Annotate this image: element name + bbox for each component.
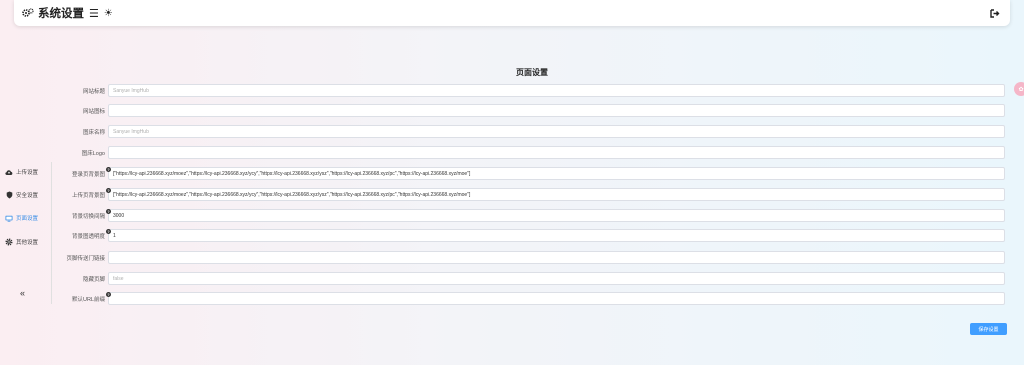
field-label-text: 上传页背景图 (71, 192, 105, 199)
form-row: 登录页背景图? (52, 166, 1005, 180)
form-row: 网站标题 (52, 84, 1005, 97)
site-title-input[interactable] (108, 84, 1005, 97)
sidebar (0, 162, 52, 304)
login-bg-input[interactable] (108, 167, 1005, 180)
form-row: 图床Logo (52, 146, 1005, 159)
help-icon[interactable]: ? (106, 291, 111, 297)
sidebar-item-label: 上传设置 (16, 170, 39, 176)
sun-icon[interactable]: ☀ (104, 8, 113, 19)
sidebar-item-label: 页面设置 (16, 216, 39, 222)
field-label-text: 背景图透明度 (71, 233, 105, 240)
cloud-upload-icon (5, 168, 13, 176)
upload-bg-input[interactable] (108, 188, 1005, 201)
hamburger-icon[interactable]: ☰ (89, 7, 99, 20)
field-label: 页脚传送门链接 (66, 255, 105, 262)
form-row: 页脚传送门链接 (52, 251, 1005, 264)
help-icon[interactable]: ? (106, 187, 111, 193)
form-row: 网站图标 (52, 104, 1005, 117)
field-label: 图床名称 (82, 129, 105, 136)
field-label-text: 登录页背景图 (71, 171, 105, 178)
form-row: 背景图透明度? (52, 228, 1005, 242)
gears-icon (22, 8, 36, 18)
sidebar-item-other[interactable]: 其他设置 (5, 237, 38, 247)
imghub-name-input[interactable] (108, 125, 1005, 138)
site-icon-input[interactable] (108, 104, 1005, 117)
sidebar-item-page[interactable]: 页面设置 (5, 213, 38, 223)
field-label: 背景切换间隔? (52, 208, 111, 220)
form-row: 上传页背景图? (52, 187, 1005, 201)
form-row: 默认URL前缀? (52, 291, 1005, 305)
help-icon[interactable]: ? (106, 228, 111, 234)
gear-icon (5, 238, 13, 246)
sidebar-item-label: 其他设置 (16, 240, 39, 246)
field-label: 上传页背景图? (52, 187, 111, 199)
save-settings-button[interactable]: 保存设置 (970, 323, 1007, 335)
field-label: 图床Logo (81, 150, 105, 157)
field-label: 默认URL前缀? (52, 291, 111, 303)
bg-opacity-input[interactable] (108, 229, 1005, 242)
sidebar-item-label: 安全设置 (16, 193, 39, 199)
form-row: 背景切换间隔? (52, 208, 1005, 222)
help-icon[interactable]: ? (106, 208, 111, 214)
logout-icon[interactable] (988, 6, 1002, 20)
sidebar-item-upload[interactable]: 上传设置 (5, 167, 38, 177)
bg-interval-input[interactable] (108, 209, 1005, 222)
field-label-text: 背景切换间隔 (71, 213, 105, 220)
section-title: 页面设置 (516, 68, 548, 77)
sidebar-item-security[interactable]: 安全设置 (5, 190, 38, 200)
form-row: 隐藏页脚 (52, 272, 1005, 285)
monitor-icon (5, 214, 13, 222)
field-label: 登录页背景图? (52, 166, 111, 178)
field-label: 背景图透明度? (52, 228, 111, 240)
page-title: 系统设置 (38, 8, 84, 20)
floating-assistant-icon[interactable]: ✿ (1014, 82, 1024, 96)
collapse-sidebar-icon[interactable]: « (20, 288, 25, 298)
field-label: 网站标题 (82, 88, 105, 95)
imghub-logo-input[interactable] (108, 146, 1005, 159)
default-url-prefix-input[interactable] (108, 292, 1005, 305)
help-icon[interactable]: ? (106, 166, 111, 172)
top-bar: 系统设置 ☰ ☀ (14, 0, 1010, 26)
hide-footer-input[interactable] (108, 272, 1005, 285)
footer-link-input[interactable] (108, 251, 1005, 264)
field-label: 隐藏页脚 (82, 276, 105, 283)
shield-icon (5, 191, 13, 199)
field-label-text: 默认URL前缀 (71, 296, 105, 303)
field-label: 网站图标 (82, 108, 105, 115)
form-row: 图床名称 (52, 125, 1005, 138)
